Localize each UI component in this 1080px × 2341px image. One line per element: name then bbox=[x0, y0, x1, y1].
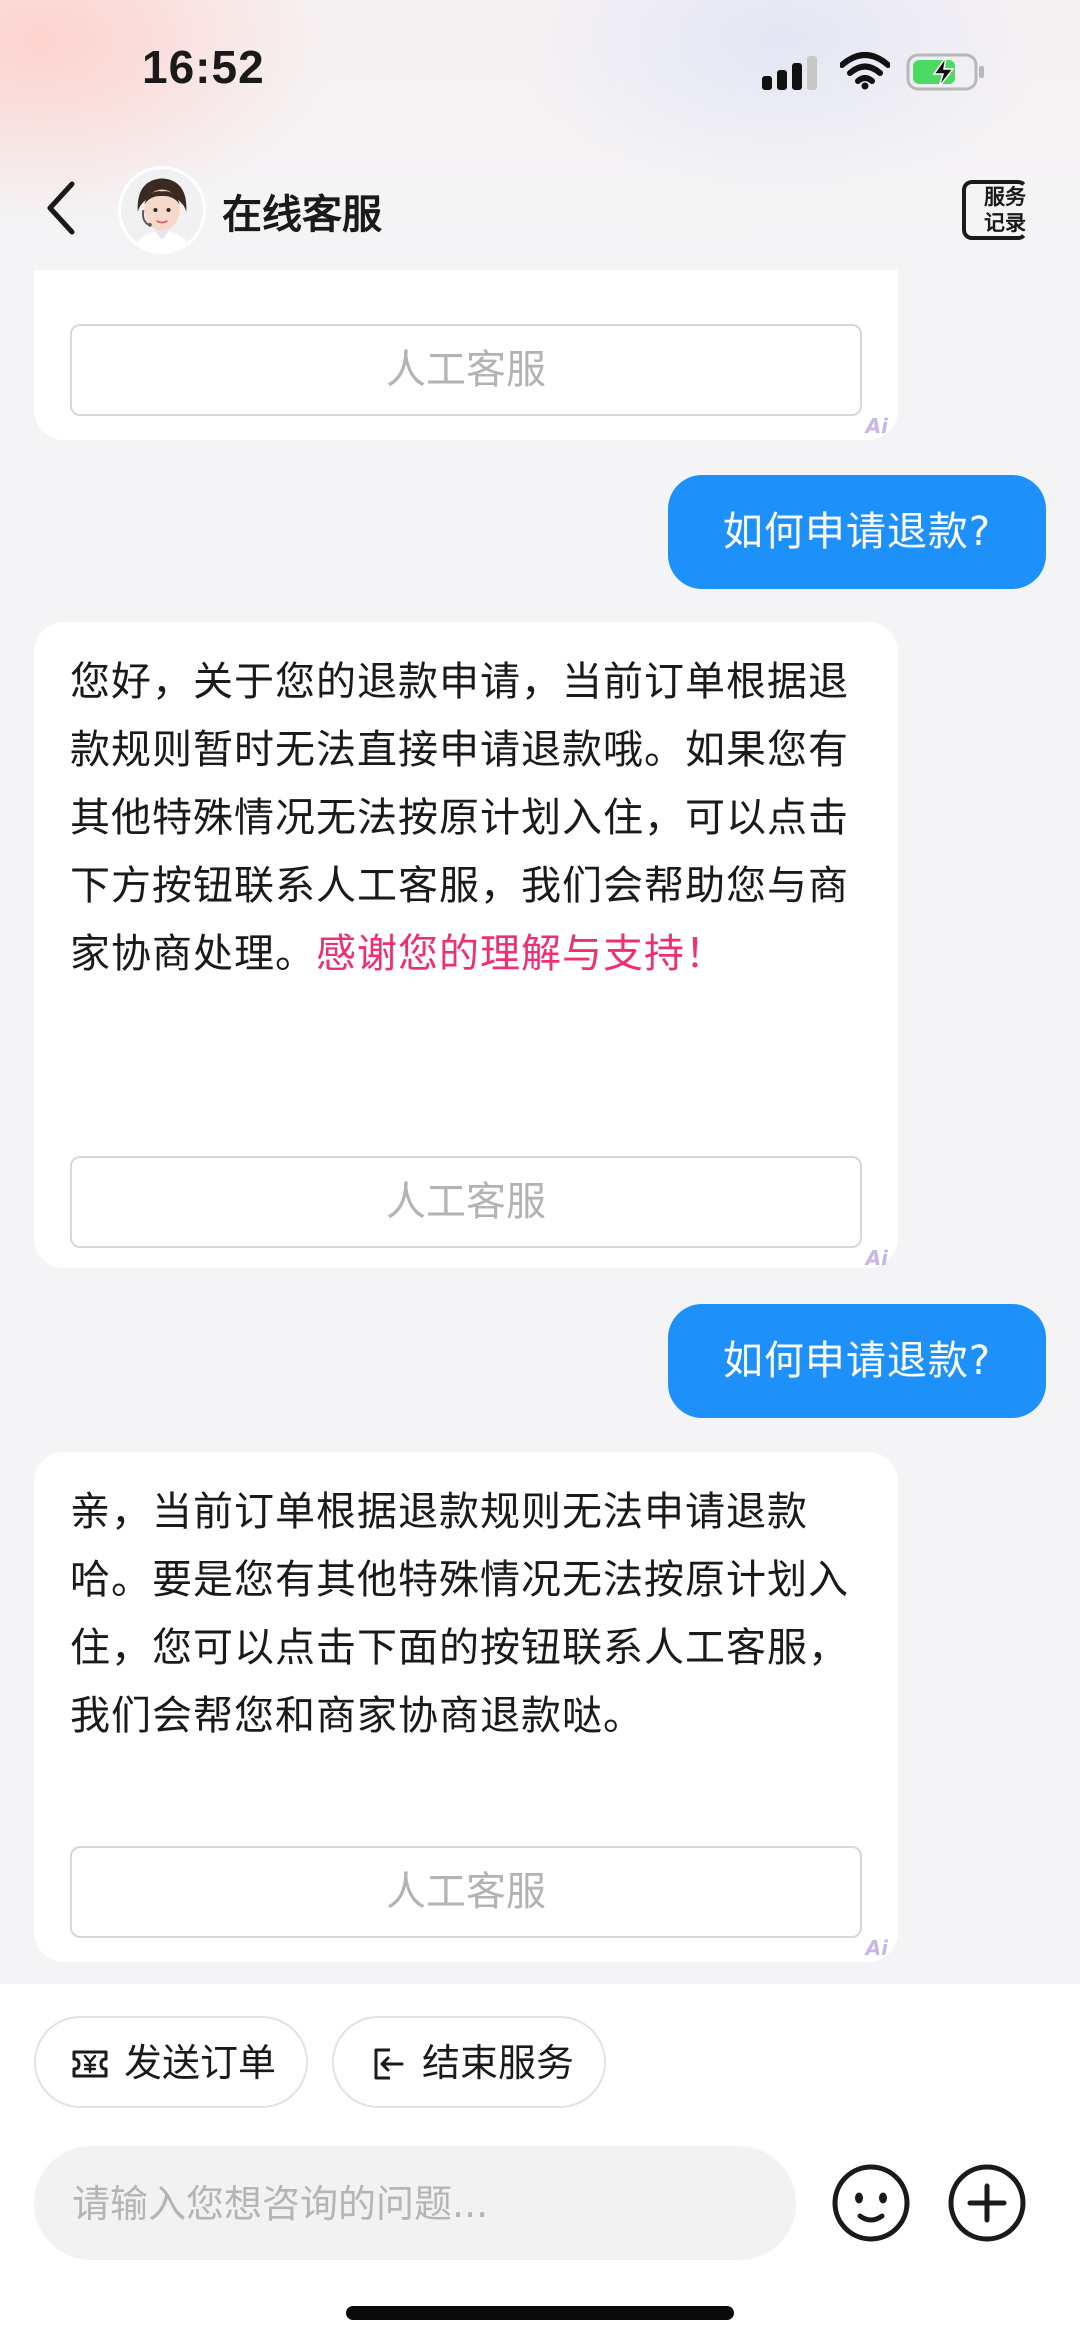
bot-message-card: 亲，当前订单根据退款规则无法申请退款哈。要是您有其他特殊情况无法按原计划入住，您… bbox=[34, 1452, 898, 1962]
composer-panel: 发送订单 结束服务 bbox=[0, 1984, 1080, 2341]
ai-generated-tag: Ai bbox=[865, 414, 888, 438]
message-input[interactable] bbox=[70, 2146, 764, 2262]
bot-message-body: 亲，当前订单根据退款规则无法申请退款哈。要是您有其他特殊情况无法按原计划入住，您… bbox=[70, 1489, 849, 1739]
plus-icon[interactable] bbox=[946, 2162, 1028, 2244]
cellular-signal-icon bbox=[762, 56, 817, 90]
bot-message-card: 人工客服 Ai bbox=[34, 270, 898, 440]
chat-message-list[interactable]: 人工客服 Ai 如何申请退款? 您好，关于您的退款申请，当前订单根据退款规则暂时… bbox=[0, 270, 1080, 1986]
status-bar: 16:52 bbox=[0, 0, 1080, 140]
battery-charging-icon bbox=[906, 53, 984, 91]
send-order-button[interactable]: 发送订单 bbox=[34, 2016, 308, 2108]
home-indicator bbox=[346, 2306, 734, 2320]
order-ticket-icon bbox=[72, 2050, 108, 2078]
agent-avatar bbox=[118, 166, 206, 254]
emoji-icon[interactable] bbox=[830, 2162, 912, 2244]
chat-header: 在线客服 服务记录 bbox=[0, 150, 1080, 270]
user-message-bubble: 如何申请退款? bbox=[668, 1304, 1046, 1418]
agent-portrait-icon bbox=[121, 169, 203, 251]
page-title: 在线客服 bbox=[222, 192, 382, 238]
ai-generated-tag: Ai bbox=[865, 1246, 888, 1270]
status-time: 16:52 bbox=[142, 41, 265, 93]
service-record-button[interactable]: 服务记录 bbox=[962, 178, 1034, 246]
bot-message-text: 您好，关于您的退款申请，当前订单根据退款规则暂时无法直接申请退款哦。如果您有其他… bbox=[70, 648, 870, 988]
human-agent-button[interactable]: 人工客服 bbox=[70, 1156, 862, 1248]
bot-message-highlight: 感谢您的理解与支持！ bbox=[316, 931, 726, 977]
bot-message-body: 您好，关于您的退款申请，当前订单根据退款规则暂时无法直接申请退款哦。如果您有其他… bbox=[70, 659, 849, 977]
bot-message-text: 亲，当前订单根据退款规则无法申请退款哈。要是您有其他特殊情况无法按原计划入住，您… bbox=[70, 1478, 870, 1750]
wifi-icon bbox=[840, 52, 890, 90]
bot-message-card: 您好，关于您的退款申请，当前订单根据退款规则暂时无法直接申请退款哦。如果您有其他… bbox=[34, 622, 898, 1270]
human-agent-button[interactable]: 人工客服 bbox=[70, 1846, 862, 1938]
end-service-button[interactable]: 结束服务 bbox=[332, 2016, 606, 2108]
human-agent-button[interactable]: 人工客服 bbox=[70, 324, 862, 416]
user-message-bubble: 如何申请退款? bbox=[668, 475, 1046, 589]
exit-service-icon bbox=[374, 2048, 404, 2080]
service-record-label: 服务记录 bbox=[984, 185, 1026, 235]
end-service-label: 结束服务 bbox=[422, 2041, 575, 2085]
message-input-box[interactable] bbox=[34, 2146, 796, 2262]
back-arrow-icon[interactable] bbox=[40, 176, 84, 240]
send-order-label: 发送订单 bbox=[124, 2041, 277, 2085]
ai-generated-tag: Ai bbox=[865, 1936, 888, 1960]
